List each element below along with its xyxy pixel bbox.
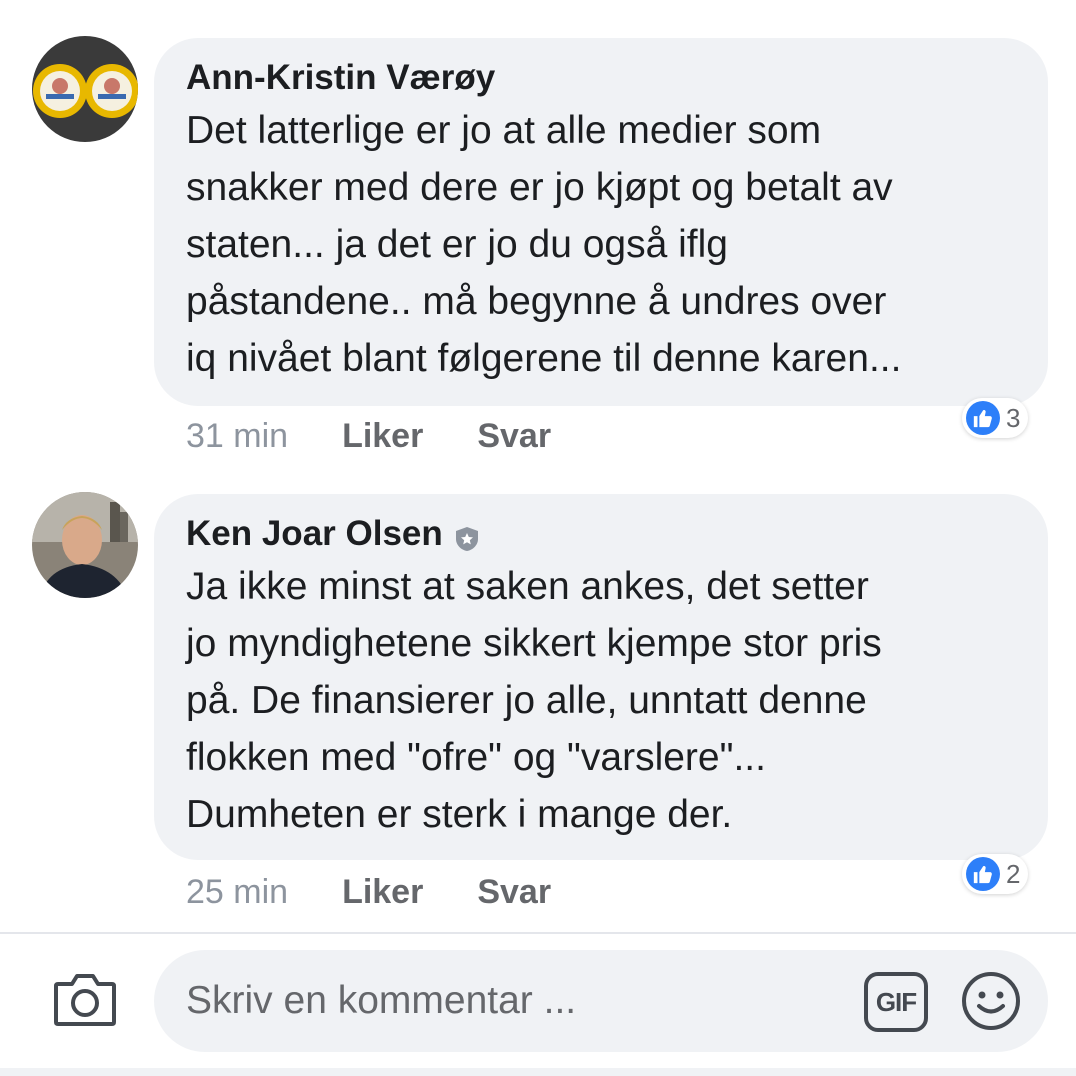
comment-bubble[interactable]: Ann-Kristin Værøy Det latterlige er jo a… [154,38,1048,406]
comment-bubble[interactable]: Ken Joar Olsen Ja ikke minst at saken an… [154,494,1048,860]
composer-divider [0,932,1076,934]
like-button[interactable]: Liker [342,416,423,456]
author-name[interactable]: Ann-Kristin Værøy [186,56,495,100]
reaction-count: 3 [1006,402,1021,433]
comment-text: Det latterlige er jo at alle medier som … [186,109,902,380]
thumbs-up-icon [966,857,1000,891]
comment-input-placeholder: Skriv en kommentar ... [186,979,577,1022]
avatar[interactable] [32,36,138,142]
man-portrait-avatar-icon [32,492,138,598]
comment-timestamp[interactable]: 25 min [186,872,288,912]
comment-actions: 25 min Liker Svar [186,872,551,912]
smiley-icon[interactable] [960,970,1022,1032]
reaction-summary[interactable]: 2 [962,854,1029,894]
bottom-strip [0,1068,1076,1076]
reply-button[interactable]: Svar [477,872,551,912]
comment-author[interactable]: Ann-Kristin Værøy [186,56,1018,100]
gif-button[interactable]: GIF [864,972,928,1032]
comment-author[interactable]: Ken Joar Olsen [186,512,1018,556]
author-name[interactable]: Ken Joar Olsen [186,512,443,556]
comment-timestamp[interactable]: 31 min [186,416,288,456]
like-button[interactable]: Liker [342,872,423,912]
reply-button[interactable]: Svar [477,416,551,456]
camera-icon[interactable] [52,968,118,1030]
shield-badge-icon [453,520,481,551]
reaction-count: 2 [1006,858,1021,889]
cheese-lids-avatar-icon [32,36,138,142]
comment-actions: 31 min Liker Svar [186,416,551,456]
reaction-summary[interactable]: 3 [962,398,1029,438]
thumbs-up-icon [966,401,1000,435]
comment-text: Ja ikke minst at saken ankes, det setter… [186,565,882,836]
avatar[interactable] [32,492,138,598]
comments-screen: Ann-Kristin Værøy Det latterlige er jo a… [0,0,1076,1076]
